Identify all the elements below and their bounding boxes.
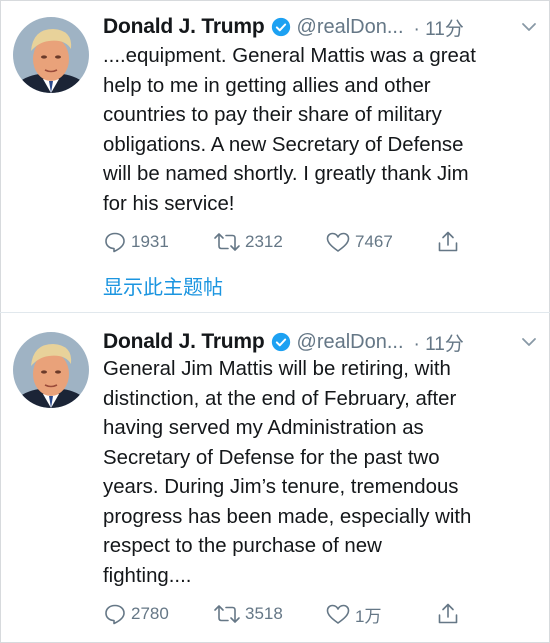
display-name[interactable]: Donald J. Trump <box>103 330 265 354</box>
tweet-text-line: will be named shortly. I greatly thank J… <box>103 163 469 185</box>
tweet-2[interactable]: Donald J. Trump @realDon... · 11分 Genera… <box>0 313 550 643</box>
tweet-text-line: fighting.... <box>103 564 192 587</box>
share-button[interactable] <box>436 601 460 627</box>
like-button[interactable]: 7467 <box>325 229 393 255</box>
tweet-text-line: distinction, at the end of February, aft… <box>103 387 457 410</box>
timestamp[interactable]: · 11分 <box>414 14 464 41</box>
retweet-button[interactable]: 2312 <box>213 229 283 255</box>
reply-icon <box>105 604 125 625</box>
tweet-1[interactable]: Donald J. Trump @realDon... · 11分 ....eq… <box>0 0 550 312</box>
tweet-text-line: ....equipment. General Mattis was a grea… <box>103 45 476 67</box>
tweet-text-line: help to me in getting allies and other <box>103 74 431 97</box>
chevron-down-icon[interactable] <box>520 18 538 36</box>
like-button[interactable]: 1万 <box>325 601 381 627</box>
avatar[interactable] <box>13 17 89 93</box>
tweet-actions: 1931 2312 7467 <box>103 229 533 255</box>
reply-button[interactable]: 1931 <box>103 229 169 255</box>
tweet-text-line: obligations. A new Secretary of Defense <box>103 133 464 156</box>
like-icon <box>326 604 350 624</box>
chevron-down-icon[interactable] <box>520 333 538 351</box>
like-icon <box>326 232 350 252</box>
avatar[interactable] <box>13 332 89 408</box>
tweet-text-line: Secretary of Defense for the past two <box>103 446 440 469</box>
share-icon <box>438 231 458 252</box>
verified-badge-icon <box>271 17 290 37</box>
display-name[interactable]: Donald J. Trump <box>103 15 265 39</box>
share-button[interactable] <box>436 229 460 255</box>
tweet-header: Donald J. Trump @realDon... · 11分 <box>103 327 538 357</box>
reply-count: 1931 <box>131 232 169 251</box>
tweet-text: General Jim Mattis will be retiring, wit… <box>103 355 533 591</box>
share-icon <box>438 603 458 624</box>
tweet-text: ....equipment. General Mattis was a grea… <box>103 42 533 219</box>
reply-icon <box>105 232 125 253</box>
show-thread-link[interactable]: 显示此主题帖 <box>103 271 223 300</box>
tweet-text-line: General Jim Mattis will be retiring, wit… <box>103 358 451 380</box>
tweet-text-line: for his service! <box>103 192 235 215</box>
reply-button[interactable]: 2780 <box>103 601 169 627</box>
like-count: 7467 <box>355 232 393 251</box>
tweet-text-line: respect to the purchase of new <box>103 535 382 557</box>
retweet-count: 3518 <box>245 604 283 623</box>
avatar-image <box>13 332 89 408</box>
avatar-image <box>13 17 89 93</box>
retweet-icon <box>214 605 240 623</box>
tweet-text-line: countries to pay their share of military <box>103 104 442 126</box>
tweet-text-line: progress has been made, especially with <box>103 505 472 528</box>
verified-badge-icon <box>271 332 290 352</box>
tweet-header: Donald J. Trump @realDon... · 11分 <box>103 12 538 42</box>
timestamp[interactable]: · 11分 <box>414 329 464 356</box>
retweet-count: 2312 <box>245 232 283 251</box>
tweet-text-line: years. During Jim’s tenure, tremendous <box>103 476 459 498</box>
user-handle[interactable]: @realDon... <box>297 331 404 354</box>
tweet-actions: 2780 3518 1万 <box>103 601 533 627</box>
tweet-text-line: having served my Administration as <box>103 417 424 439</box>
like-count: 1万 <box>355 606 382 626</box>
retweet-icon <box>214 233 240 251</box>
user-handle[interactable]: @realDon... <box>297 16 404 39</box>
reply-count: 2780 <box>131 604 169 623</box>
retweet-button[interactable]: 3518 <box>213 601 283 627</box>
